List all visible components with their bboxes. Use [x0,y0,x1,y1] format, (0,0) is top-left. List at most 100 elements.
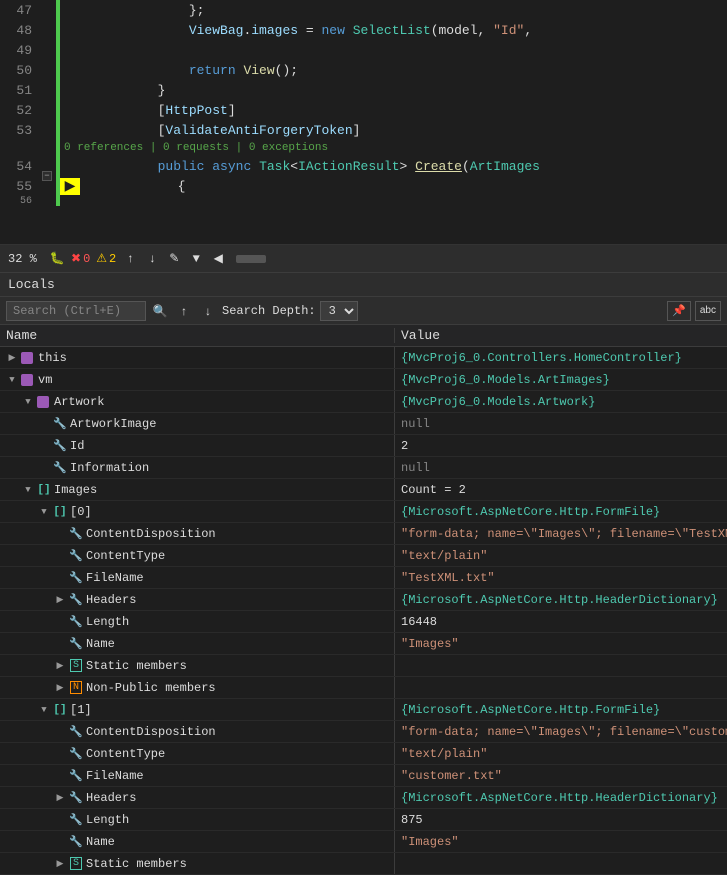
tree-row[interactable]: 🔧ContentDisposition"form-data; name=\"Im… [0,721,727,743]
tree-row[interactable]: 🔧ArtworkImagenull [0,413,727,435]
scroll-icon[interactable]: ◀ [210,251,226,267]
tree-name-cell: Artwork [0,391,395,412]
tree-row[interactable]: SStatic members [0,853,727,875]
sort-desc-btn[interactable]: ↓ [198,301,218,321]
tree-row[interactable]: 🔧Name"Images" [0,633,727,655]
debug-icon[interactable]: 🐛 [49,251,65,267]
tree-value-cell: "customer.txt" [395,769,727,783]
node-icon: N [68,680,84,696]
up-arrow-icon[interactable]: ↑ [122,251,138,267]
locals-title: Locals [8,277,55,292]
expand-btn[interactable] [52,658,68,674]
tree-row[interactable]: SStatic members [0,655,727,677]
tree-row[interactable]: Artwork{MvcProj6_0.Models.Artwork} [0,391,727,413]
node-name: Headers [86,593,136,607]
tree-value-cell: {Microsoft.AspNetCore.Http.HeaderDiction… [395,791,727,805]
collapse-54[interactable]: − [42,171,52,181]
tree-value-cell: "Images" [395,637,727,651]
node-name: FileName [86,769,144,783]
node-icon: 🔧 [68,526,84,542]
tree-value-cell: 875 [395,813,727,827]
tree-row[interactable]: [][1]{Microsoft.AspNetCore.Http.FormFile… [0,699,727,721]
tree-value-cell: "form-data; name=\"Images\"; filename=\"… [395,527,727,541]
tree-value-cell: null [395,461,727,475]
tree-name-cell: NNon-Public members [0,677,395,698]
expand-btn[interactable] [52,856,68,872]
node-name: Artwork [54,395,104,409]
tree-name-cell: 🔧ContentDisposition [0,523,395,544]
locals-panel-header: Locals [0,273,727,297]
tree-name-cell: SStatic members [0,853,395,874]
expand-btn[interactable] [4,372,20,388]
warning-badge: ⚠ 2 [96,251,116,266]
code-line-56: 56 [0,196,727,206]
tree-name-cell: 🔧FileName [0,765,395,786]
tree-row[interactable]: 🔧ContentType"text/plain" [0,545,727,567]
node-name: vm [38,373,52,387]
node-icon: 🔧 [68,812,84,828]
tree-row[interactable]: 🔧Headers{Microsoft.AspNetCore.Http.Heade… [0,589,727,611]
expand-btn[interactable] [52,790,68,806]
tree-row[interactable]: 🔧ContentType"text/plain" [0,743,727,765]
error-icon: ✖ [71,251,81,266]
node-icon: 🔧 [68,746,84,762]
dropdown-icon[interactable]: ▼ [188,251,204,267]
search-btn[interactable]: 🔍 [150,301,170,321]
node-name: ContentDisposition [86,527,216,541]
tree-container[interactable]: this{MvcProj6_0.Controllers.HomeControll… [0,347,727,875]
col-header-value: Value [395,328,727,343]
tree-row[interactable]: 🔧Headers{Microsoft.AspNetCore.Http.Heade… [0,787,727,809]
tree-row[interactable]: []ImagesCount = 2 [0,479,727,501]
expand-btn[interactable] [36,504,52,520]
tree-row[interactable]: NNon-Public members [0,677,727,699]
sort-asc-btn[interactable]: ↑ [174,301,194,321]
tree-row[interactable]: 🔧ContentDisposition"form-data; name=\"Im… [0,523,727,545]
error-badge: ✖ 0 [71,251,90,266]
tree-row[interactable]: 🔧FileName"customer.txt" [0,765,727,787]
search-input[interactable] [6,301,146,321]
tree-row[interactable]: 🔧Length875 [0,809,727,831]
error-count: 0 [83,252,90,266]
abc-btn[interactable]: abc [695,301,721,321]
tree-row[interactable]: 🔧Length16448 [0,611,727,633]
node-name: Length [86,615,129,629]
tree-name-cell: 🔧ArtworkImage [0,413,395,434]
edit-icon[interactable]: ✎ [166,251,182,267]
pin-btn[interactable]: 📌 [667,301,691,321]
down-arrow-icon[interactable]: ↓ [144,251,160,267]
zoom-level: 32 % [8,252,43,266]
tree-value-cell: {MvcProj6_0.Controllers.HomeController} [395,351,727,365]
node-name: Length [86,813,129,827]
expand-btn[interactable] [20,482,36,498]
node-name: Static members [86,659,187,673]
tree-name-cell: vm [0,369,395,390]
expand-btn[interactable] [4,350,20,366]
expand-btn[interactable] [52,680,68,696]
tree-row[interactable]: 🔧Id2 [0,435,727,457]
expand-btn[interactable] [36,702,52,718]
depth-label: Search Depth: [222,304,316,318]
node-name: Name [86,835,115,849]
node-name: Id [70,439,84,453]
expand-btn[interactable] [52,592,68,608]
node-icon [36,394,52,410]
depth-select[interactable]: 3 1 2 4 5 [320,301,358,321]
node-name: Static members [86,857,187,871]
code-line-53: 53 [ValidateAntiForgeryToken] [0,120,727,140]
node-name: Information [70,461,149,475]
tree-row[interactable]: 🔧FileName"TestXML.txt" [0,567,727,589]
node-icon [20,350,36,366]
scrollbar-h[interactable] [236,255,266,263]
tree-name-cell: 🔧Length [0,809,395,830]
expand-btn[interactable] [20,394,36,410]
tree-name-cell: [][0] [0,501,395,522]
tree-row[interactable]: [][0]{Microsoft.AspNetCore.Http.FormFile… [0,501,727,523]
tree-row[interactable]: this{MvcProj6_0.Controllers.HomeControll… [0,347,727,369]
code-line-ref: 0 references | 0 requests | 0 exceptions [0,140,727,156]
tree-row[interactable]: 🔧Name"Images" [0,831,727,853]
tree-row[interactable]: 🔧Informationnull [0,457,727,479]
tree-value-cell: "text/plain" [395,549,727,563]
tree-row[interactable]: vm{MvcProj6_0.Models.ArtImages} [0,369,727,391]
arrow-indicator: ▶ [60,178,80,195]
tree-value-cell: "Images" [395,835,727,849]
